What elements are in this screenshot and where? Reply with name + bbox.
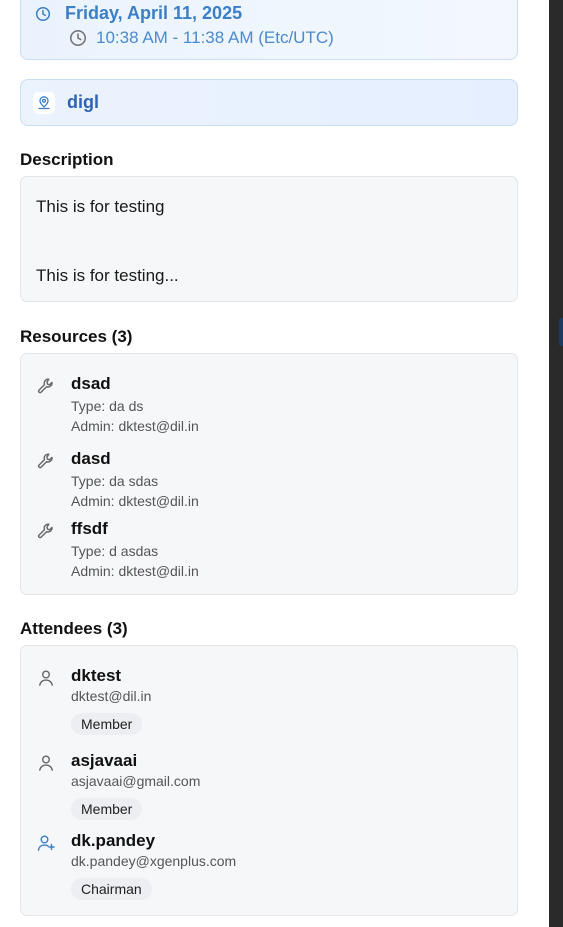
wrench-icon	[37, 378, 53, 394]
resource-item: dsad Type: da ds Admin: dktest@dil.in	[21, 374, 515, 436]
clock-icon	[70, 30, 86, 46]
time-row: 10:38 AM - 11:38 AM (Etc/UTC)	[69, 28, 334, 48]
resource-type: Type: d asdas	[71, 543, 159, 559]
resource-type: Type: da ds	[71, 398, 144, 414]
description-panel: This is for testing This is for testing.…	[20, 176, 518, 302]
event-datetime-card: Friday, April 11, 2025 10:38 AM - 11:38 …	[20, 0, 518, 60]
resource-name: ffsdf	[71, 519, 108, 538]
resource-item: dasd Type: da sdas Admin: dktest@dil.in	[21, 449, 515, 511]
resource-name: dsad	[71, 374, 111, 393]
event-location-card: digl	[20, 79, 518, 126]
attendee-item: dk.pandey dk.pandey@xgenplus.com Chairma…	[21, 831, 515, 903]
date-row: Friday, April 11, 2025	[35, 3, 242, 24]
attendees-heading: Attendees (3)	[20, 619, 128, 638]
resource-item: ffsdf Type: d asdas Admin: dktest@dil.in	[21, 519, 515, 581]
attendee-email: dktest@dil.in	[71, 688, 152, 704]
resources-heading: Resources (3)	[20, 327, 133, 346]
scrollbar[interactable]	[549, 0, 563, 927]
attendee-email: asjavaai@gmail.com	[71, 773, 201, 789]
clock-icon	[35, 6, 51, 21]
description-line: This is for testing	[36, 197, 165, 216]
attendee-name: asjavaai	[71, 751, 138, 770]
user-icon	[39, 670, 53, 686]
event-date: Friday, April 11, 2025	[65, 3, 243, 23]
location-icon-box	[33, 91, 55, 114]
attendee-name: dk.pandey	[71, 831, 156, 850]
event-location: digl	[67, 92, 99, 112]
attendee-email: dk.pandey@xgenplus.com	[71, 853, 237, 869]
attendee-role-badge: Chairman	[71, 878, 152, 900]
resource-admin: Admin: dktest@dil.in	[71, 493, 199, 509]
attendee-item: asjavaai asjavaai@gmail.com Member	[21, 751, 515, 823]
attendee-name: dktest	[71, 666, 122, 685]
map-pin-icon	[38, 95, 50, 109]
resources-panel: dsad Type: da ds Admin: dktest@dil.in da…	[20, 353, 518, 595]
resource-admin: Admin: dktest@dil.in	[71, 563, 199, 579]
resource-admin: Admin: dktest@dil.in	[71, 418, 199, 434]
attendee-role-badge: Member	[71, 713, 143, 735]
description-heading: Description	[20, 150, 114, 169]
resource-name: dasd	[71, 449, 111, 468]
user-icon	[39, 755, 53, 771]
attendees-panel: dktest dktest@dil.in Member asjavaai asj…	[20, 645, 518, 916]
resource-type: Type: da sdas	[71, 473, 159, 489]
user-plus-icon	[37, 835, 55, 851]
description-line: This is for testing...	[36, 266, 179, 285]
attendee-item: dktest dktest@dil.in Member	[21, 666, 515, 738]
attendee-role-badge: Member	[71, 798, 143, 820]
wrench-icon	[37, 523, 53, 539]
wrench-icon	[37, 453, 53, 469]
event-time: 10:38 AM - 11:38 AM (Etc/UTC)	[96, 28, 334, 47]
scrollbar-thumb[interactable]	[559, 318, 563, 346]
